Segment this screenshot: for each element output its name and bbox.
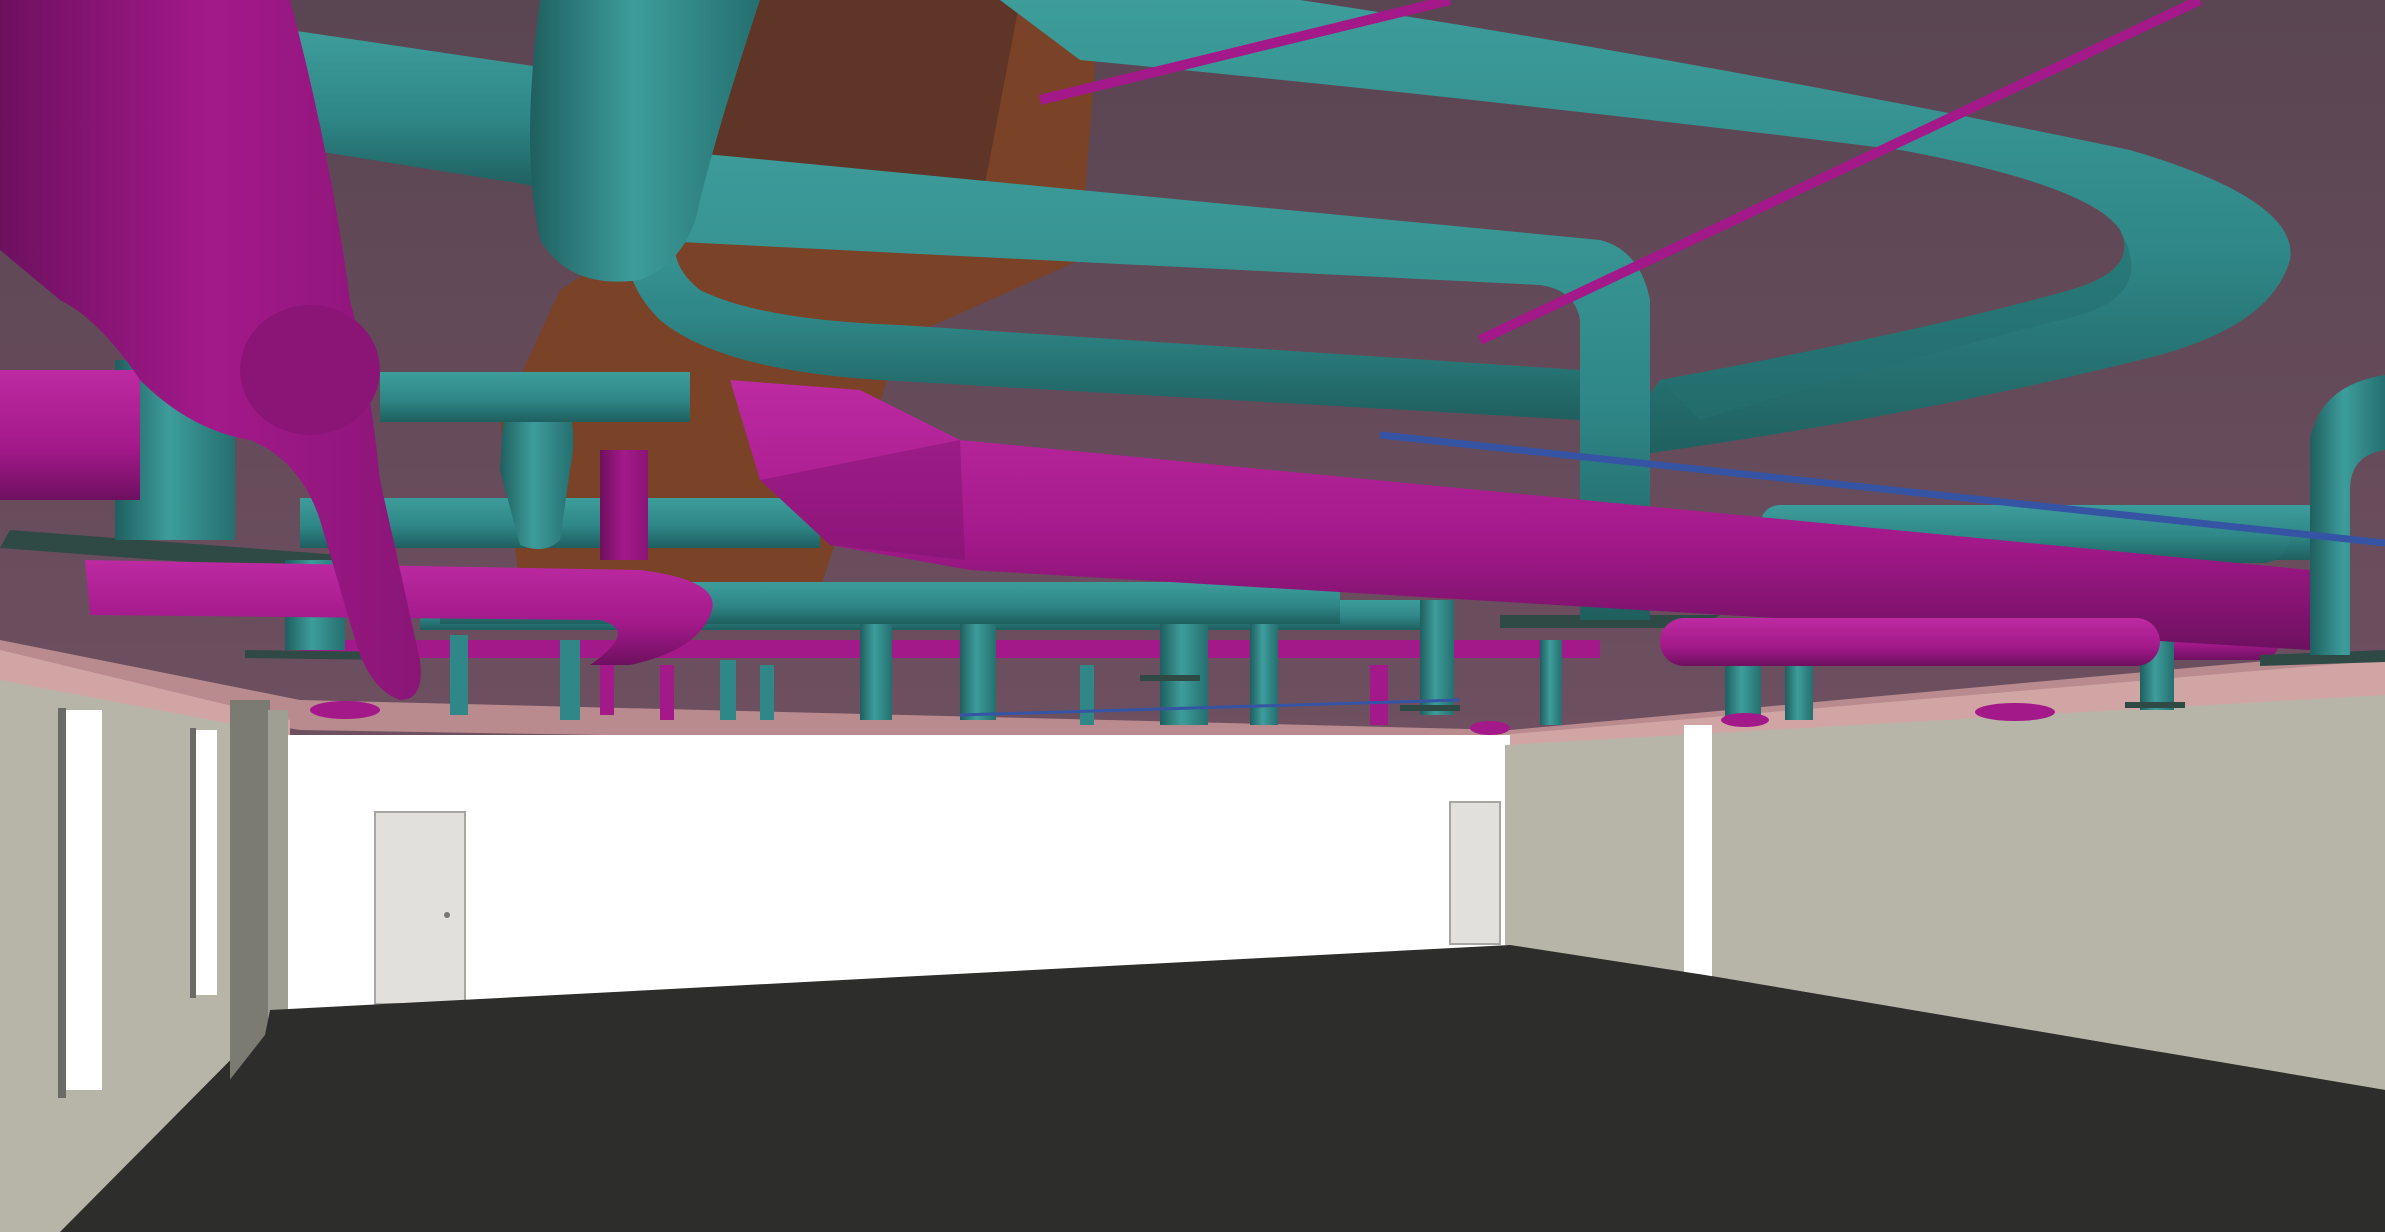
- window-left-1-frame: [58, 708, 66, 1098]
- window-left-1: [62, 710, 102, 1090]
- door-right[interactable]: [1449, 801, 1501, 945]
- magenta-duct-left-horizontal: [0, 370, 140, 500]
- column-left: [230, 700, 270, 1085]
- 3d-model-viewport[interactable]: [0, 0, 2385, 1232]
- magenta-duct-right-small: [1660, 618, 2160, 666]
- magenta-duct-left-collar: [240, 305, 380, 435]
- teal-duct-short: [380, 372, 690, 422]
- window-left-2: [195, 730, 217, 995]
- window-left-2-frame: [190, 728, 196, 998]
- door-left-handle-icon: [444, 912, 450, 918]
- column-left-face: [268, 710, 288, 1030]
- column-right: [1684, 725, 1712, 980]
- magenta-riser-center: [600, 450, 648, 560]
- door-left[interactable]: [374, 811, 466, 1005]
